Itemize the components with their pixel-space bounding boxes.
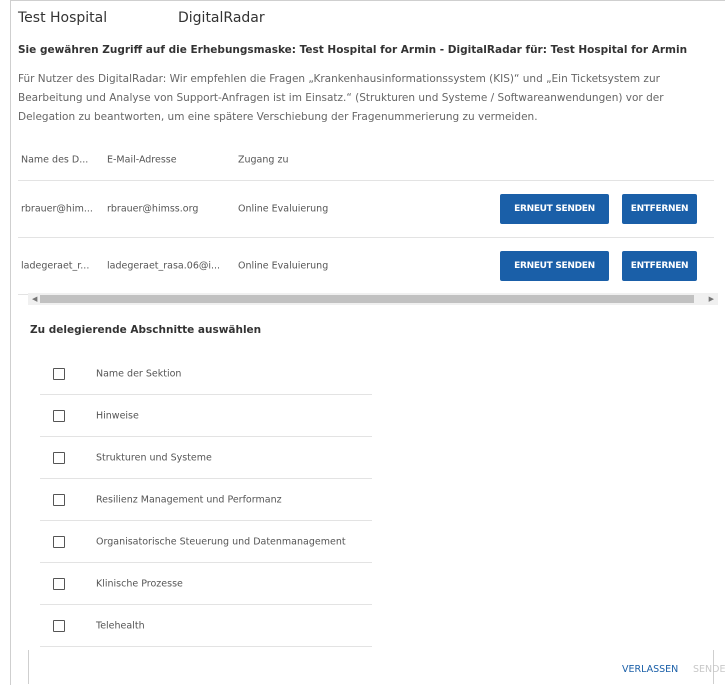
section-label: Strukturen und Systeme	[96, 452, 212, 463]
section-label: Name der Sektion	[96, 368, 182, 380]
resend-button[interactable]: ERNEUT SENDEN	[500, 251, 609, 281]
section-label: Resilienz Management und Performanz	[96, 494, 282, 505]
footer-divider	[28, 650, 29, 684]
scroll-left-icon[interactable]: ◀	[32, 293, 37, 305]
horizontal-scrollbar[interactable]: ◀ ▶	[28, 293, 718, 305]
remove-button[interactable]: ENTFERNEN	[622, 251, 697, 281]
section-checkbox[interactable]	[53, 409, 65, 422]
section-row-select-all: Name der Sektion	[40, 354, 372, 395]
section-row: Organisatorische Steuerung und Datenmana…	[40, 521, 372, 563]
section-label: Hinweise	[96, 410, 139, 421]
scroll-right-icon[interactable]: ▶	[709, 293, 714, 305]
access-subtitle: Sie gewähren Zugriff auf die Erhebungsma…	[18, 44, 688, 56]
section-checkbox[interactable]	[53, 451, 65, 464]
column-header-email[interactable]: E-Mail-Adresse	[107, 155, 235, 166]
table-row: ladegeraet_r... ladegeraet_rasa.06@i... …	[18, 238, 714, 295]
send-button[interactable]: SENDE	[693, 664, 725, 675]
leave-button[interactable]: VERLASSEN	[622, 664, 678, 675]
remove-button[interactable]: ENTFERNEN	[622, 194, 697, 224]
table-row: rbrauer@him... rbrauer@himss.org Online …	[18, 181, 714, 238]
section-row: Strukturen und Systeme	[40, 437, 372, 479]
table-header: Name des D... E-Mail-Adresse Zugang zu	[18, 140, 714, 181]
section-checkbox[interactable]	[53, 493, 65, 506]
section-checkbox[interactable]	[53, 619, 65, 632]
delegate-email: ladegeraet_rasa.06@i...	[107, 260, 221, 272]
section-checkbox[interactable]	[53, 368, 65, 380]
column-header-access[interactable]: Zugang zu	[238, 155, 378, 166]
resend-button[interactable]: ERNEUT SENDEN	[500, 194, 609, 224]
section-label: Klinische Prozesse	[96, 578, 183, 589]
dialog-header: Test Hospital DigitalRadar	[18, 10, 265, 26]
section-row: Resilienz Management und Performanz	[40, 479, 372, 521]
delegate-access: Online Evaluierung	[238, 203, 329, 215]
delegate-name: ladegeraet_r...	[21, 260, 90, 272]
product-name: DigitalRadar	[178, 10, 265, 26]
section-row: Telehealth	[40, 605, 372, 647]
section-row: Hinweise	[40, 395, 372, 437]
organization-name: Test Hospital	[18, 10, 108, 26]
section-checkbox[interactable]	[53, 577, 65, 590]
section-checkbox[interactable]	[53, 535, 65, 548]
sections-title: Zu delegierende Abschnitte auswählen	[30, 324, 262, 336]
delegate-email: rbrauer@himss.org	[107, 203, 199, 215]
info-text: Für Nutzer des DigitalRadar: Wir empfehl…	[18, 73, 664, 123]
section-label: Organisatorische Steuerung und Datenmana…	[96, 536, 346, 547]
delegate-name: rbrauer@him...	[21, 203, 93, 215]
column-header-name[interactable]: Name des D...	[21, 155, 103, 166]
delegate-access: Online Evaluierung	[238, 260, 329, 272]
section-label: Telehealth	[96, 620, 145, 631]
sections-list: Name der Sektion Hinweise Strukturen und…	[40, 354, 372, 647]
delegates-table: Name des D... E-Mail-Adresse Zugang zu r…	[18, 140, 714, 295]
section-row: Klinische Prozesse	[40, 563, 372, 605]
scrollbar-thumb[interactable]	[40, 295, 694, 303]
